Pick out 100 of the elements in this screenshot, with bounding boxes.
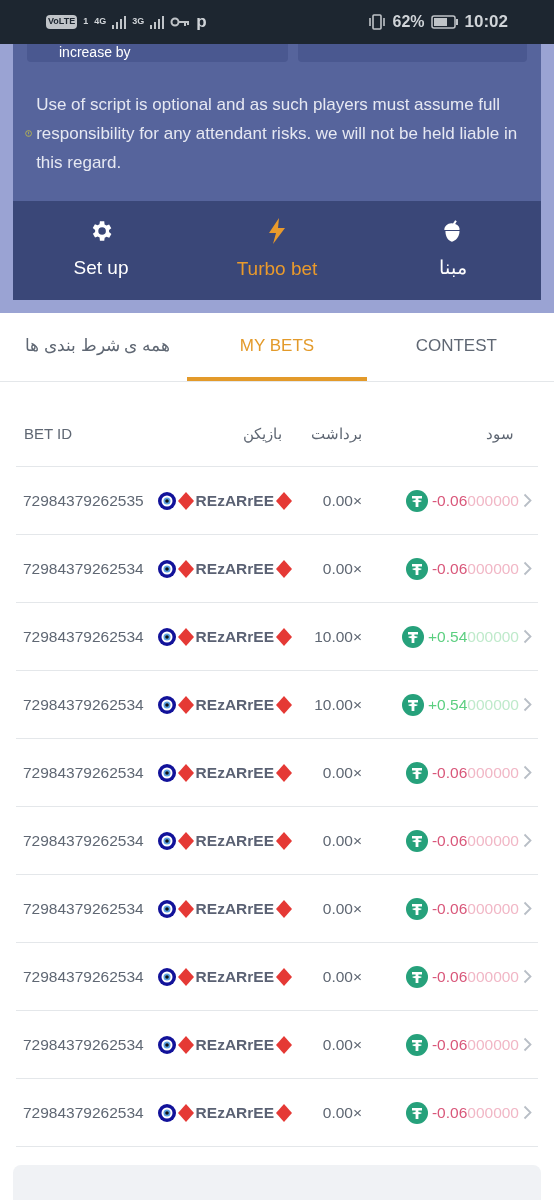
tether-coin-icon: [402, 625, 425, 648]
bet-row[interactable]: 72984379262535 REzARrEE 0.00× -0.06000000: [16, 467, 538, 535]
evil-eye-icon: [157, 559, 176, 578]
evil-eye-icon: [157, 899, 176, 918]
player-name: REzARrEE: [195, 1102, 274, 1123]
tether-coin-icon: [405, 897, 428, 920]
evil-eye-icon: [157, 491, 176, 510]
bet-row[interactable]: 72984379262534 REzARrEE 0.00× -0.06000000: [16, 943, 538, 1011]
profit-amount: +0.54000000: [428, 626, 519, 647]
player-name: REzARrEE: [195, 626, 274, 647]
diamond-icon: [276, 967, 292, 986]
evil-eye-icon: [157, 763, 176, 782]
tether-coin-icon: [405, 1101, 428, 1124]
chevron-right-icon: [523, 1037, 532, 1052]
evil-eye-icon: [157, 627, 176, 646]
diamond-icon: [276, 831, 292, 850]
diamond-icon: [276, 1103, 292, 1122]
evil-eye-icon: [157, 1035, 176, 1054]
tether-coin-icon: [405, 829, 428, 852]
profit-amount: -0.06000000: [431, 558, 519, 579]
notice-text: Use of script is optional and as such players must assume full responsibility for any attendant risks. we will not be held liable in this regard.: [36, 94, 519, 174]
tether-coin-icon: [405, 761, 428, 784]
bet-id: 72984379262534: [22, 694, 145, 715]
chevron-right-icon: [523, 765, 532, 780]
payout: 0.00×: [321, 1034, 362, 1055]
column-header: بازیکن: [243, 423, 282, 445]
diamond-icon: [276, 627, 292, 646]
bet-row[interactable]: 72984379262534 REzARrEE 0.00× -0.06000000: [16, 1079, 538, 1147]
payout: 10.00×: [313, 626, 362, 647]
payout: 0.00×: [321, 558, 362, 579]
bet-row[interactable]: 72984379262534 REzARrEE 0.00× -0.06000000: [16, 807, 538, 875]
sim-number: 1: [83, 15, 89, 29]
diamond-icon: [177, 831, 194, 850]
player-name: REzARrEE: [195, 694, 274, 715]
bet-id: 72984379262534: [22, 898, 145, 919]
tether-coin-icon: [402, 693, 425, 716]
chevron-right-icon: [523, 561, 532, 576]
tether-coin-icon: [405, 965, 428, 988]
diamond-icon: [276, 695, 292, 714]
profit-amount: -0.06000000: [431, 898, 519, 919]
evil-eye-icon: [157, 967, 176, 986]
key-icon: [170, 16, 191, 28]
chevron-right-icon: [523, 493, 532, 508]
bet-id: 72984379262534: [22, 762, 145, 783]
diamond-icon: [276, 763, 292, 782]
bet-row[interactable]: 72984379262534 REzARrEE 0.00× -0.06000000: [16, 739, 538, 807]
player-name: REzARrEE: [195, 966, 274, 987]
input-field[interactable]: [298, 44, 527, 62]
player-name: REzARrEE: [195, 490, 274, 511]
payout: 10.00×: [313, 694, 362, 715]
payout: 0.00×: [321, 966, 362, 987]
evil-eye-icon: [157, 831, 176, 850]
nav-item[interactable]: مبنا: [365, 201, 541, 300]
diamond-icon: [177, 491, 194, 510]
tab[interactable]: همه ی شرط بندی ها: [8, 315, 188, 381]
bet-id: 72984379262534: [22, 1102, 145, 1123]
column-header: BET ID: [24, 424, 73, 442]
player-name: REzARrEE: [195, 898, 274, 919]
signal-icon: [150, 15, 165, 29]
clock: 10:02: [464, 11, 508, 34]
nav-item[interactable]: Turbo bet: [189, 201, 365, 300]
network-type: 4G: [94, 15, 107, 29]
tether-coin-icon: [405, 557, 428, 580]
diamond-icon: [177, 1103, 194, 1122]
status-letter: p: [196, 11, 207, 34]
tether-coin-icon: [405, 1033, 428, 1056]
bet-row[interactable]: 72984379262534 REzARrEE 10.00× +0.54000000: [16, 671, 538, 739]
input-field[interactable]: increase by: [27, 44, 288, 62]
profit-amount: -0.06000000: [431, 762, 519, 783]
diamond-icon: [276, 491, 292, 510]
profit-amount: -0.06000000: [431, 490, 519, 511]
bet-row[interactable]: 72984379262534 REzARrEE 0.00× -0.06000000: [16, 875, 538, 943]
bet-row[interactable]: 72984379262534 REzARrEE 0.00× -0.06000000: [16, 535, 538, 603]
tab[interactable]: CONTEST: [366, 315, 546, 381]
diamond-icon: [177, 967, 194, 986]
diamond-icon: [276, 899, 292, 918]
diamond-icon: [177, 695, 194, 714]
diamond-icon: [177, 627, 194, 646]
bet-row[interactable]: 72984379262534 REzARrEE 0.00× -0.06000000: [16, 1011, 538, 1079]
bet-row[interactable]: 72984379262534 REzARrEE 10.00× +0.54000000: [16, 603, 538, 671]
diamond-icon: [177, 899, 194, 918]
diamond-icon: [276, 559, 292, 578]
bet-id: 72984379262534: [22, 830, 145, 851]
diamond-icon: [276, 1035, 292, 1054]
vibrate-icon: [368, 14, 387, 30]
diamond-icon: [177, 1035, 194, 1054]
payout: 0.00×: [321, 762, 362, 783]
chevron-right-icon: [523, 833, 532, 848]
profit-amount: -0.06000000: [431, 830, 519, 851]
profit-amount: -0.06000000: [431, 966, 519, 987]
battery-percent: 62%: [392, 12, 425, 32]
diamond-icon: [177, 763, 194, 782]
chevron-right-icon: [523, 901, 532, 916]
player-name: REzARrEE: [195, 830, 274, 851]
chevron-right-icon: [523, 1105, 532, 1120]
bet-id: 72984379262534: [22, 1034, 145, 1055]
battery-icon: [430, 15, 459, 29]
nav-item[interactable]: Set up: [13, 201, 189, 300]
player-name: REzARrEE: [195, 558, 274, 579]
bet-id: 72984379262534: [22, 558, 145, 579]
